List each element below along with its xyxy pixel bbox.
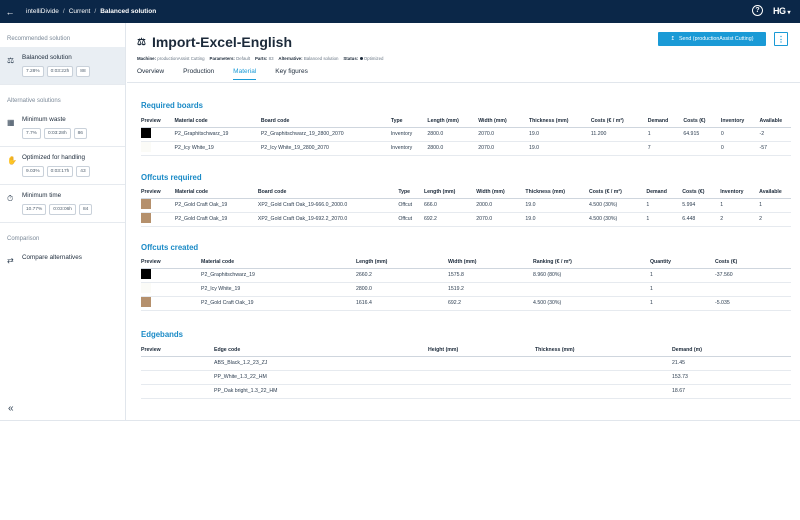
page-title: Import-Excel-English: [151, 34, 292, 50]
waste-chip: 7.7%: [22, 128, 41, 139]
table-row[interactable]: PP_White_1.3_22_HM 153.73: [141, 370, 791, 385]
section-title-offcuts-created: Offcuts created: [141, 243, 199, 252]
waste-chip: 10.77%: [22, 204, 47, 215]
waste-chip: 9.03%: [22, 166, 44, 177]
material-swatch: [141, 199, 151, 209]
table-row[interactable]: P2_Gold Craft Oak_19 XP2_Gold Craft Oak_1…: [141, 198, 791, 213]
page-header: ⚖ Import-Excel-English Machine: productio…: [137, 34, 384, 61]
sidebar-item-label: Compare alternatives: [22, 254, 82, 261]
breadcrumb-current[interactable]: Current: [69, 8, 91, 15]
material-swatch: [141, 269, 151, 279]
sidebar-item-optimized-handling[interactable]: ✋ Optimized for handling 9.03% 0:03:17h …: [0, 147, 125, 185]
waste-icon: ▦: [7, 118, 15, 127]
table-header-row: Preview Material code Length (mm) Width (mm…: [141, 257, 791, 269]
more-options-button[interactable]: ⋮: [774, 32, 788, 46]
table-row[interactable]: P2_Graphitschwarz_19 2660.2 1575.8 8.960 (8…: [141, 268, 791, 283]
table-row[interactable]: ABS_Black_1.2_23_ZJ 21.45: [141, 356, 791, 371]
handling-icon: ✋: [7, 156, 17, 165]
sidebar-item-label: Balanced solution: [22, 54, 72, 61]
tab-overview[interactable]: Overview: [137, 68, 164, 80]
edgebands-table: Preview Edge code Height (mm) Thickness (mm…: [141, 345, 791, 399]
section-title-required-boards: Required boards: [141, 101, 203, 110]
table-header-row: Preview Material code Board code Type Length…: [141, 187, 791, 199]
sidebar-section-recommended: Recommended solution: [7, 36, 71, 42]
waste-chip: 7.28%: [22, 66, 44, 77]
sidebar-item-compare[interactable]: ⇄ Compare alternatives: [0, 247, 125, 268]
user-menu[interactable]: HG ▾: [773, 6, 790, 16]
scale-icon: ⚖: [7, 56, 15, 65]
count-chip: 88: [76, 66, 90, 77]
back-arrow-icon[interactable]: ←: [0, 7, 20, 17]
table-row[interactable]: P2_Icy White_19 2800.0 1519.2 1: [141, 282, 791, 297]
main-content: ⚖ Import-Excel-English Machine: productio…: [127, 23, 800, 420]
table-row[interactable]: P2_Icy White_19 P2_Icy White_19_2800_2070…: [141, 141, 791, 156]
sidebar-item-label: Minimum time: [22, 192, 62, 199]
breadcrumb-separator: /: [94, 8, 97, 15]
material-swatch: [141, 142, 151, 152]
help-icon[interactable]: ?: [751, 5, 763, 16]
table-header-row: Preview Edge code Height (mm) Thickness (mm…: [141, 345, 791, 357]
breadcrumb-separator: /: [62, 8, 65, 15]
table-row[interactable]: P2_Graphitschwarz_19 P2_Graphitschwarz_19…: [141, 127, 791, 142]
offcuts-required-table: Preview Material code Board code Type Length…: [141, 187, 791, 227]
material-swatch: [141, 297, 151, 307]
sidebar-section-alternative: Alternative solutions: [7, 98, 61, 104]
compare-icon: ⇄: [7, 256, 14, 265]
table-row[interactable]: PP_Oak bright_1.3_22_HM 18.67: [141, 384, 791, 399]
page-meta: Machine: productionAssist Cutting Parame…: [137, 56, 384, 61]
sidebar-item-label: Optimized for handling: [22, 154, 86, 161]
tab-material[interactable]: Material: [233, 68, 257, 80]
table-row[interactable]: P2_Gold Craft Oak_19 XP2_Gold Craft Oak_1…: [141, 212, 791, 227]
time-chip: 0:03:28h: [43, 128, 71, 139]
tab-production[interactable]: Production: [183, 68, 214, 80]
time-chip: 0:03:22h: [46, 66, 74, 77]
material-swatch: [141, 128, 151, 138]
table-row[interactable]: P2_Gold Craft Oak_19 1616.4 692.2 4.500 (30…: [141, 296, 791, 311]
send-button[interactable]: ↥ Send (productionAssist Cutting): [658, 32, 766, 46]
sidebar-section-comparison: Comparison: [7, 236, 40, 242]
sidebar-item-minimum-time[interactable]: ⏱ Minimum time 10.77% 0:03:06h 84: [0, 185, 125, 223]
collapse-sidebar-icon[interactable]: «: [8, 403, 14, 414]
sidebar-item-minimum-waste[interactable]: ▦ Minimum waste 7.7% 0:03:28h 86: [0, 109, 125, 147]
count-chip: 86: [73, 128, 87, 139]
sidebar-item-label: Minimum waste: [22, 116, 66, 123]
breadcrumb-solution: Balanced solution: [100, 8, 157, 15]
section-title-edgebands: Edgebands: [141, 330, 184, 339]
top-bar: ← intelliDivide / Current / Balanced sol…: [0, 0, 800, 23]
sidebar: Recommended solution ⚖ Balanced solution…: [0, 23, 126, 420]
solution-icon: ⚖: [137, 36, 146, 48]
breadcrumb-app[interactable]: intelliDivide: [26, 8, 59, 15]
tab-divider: [127, 82, 800, 83]
chevron-down-icon: ▾: [787, 9, 790, 16]
sidebar-item-balanced[interactable]: ⚖ Balanced solution 7.28% 0:03:22h 88: [0, 47, 125, 85]
material-swatch: [141, 213, 151, 223]
time-chip: 0:03:17h: [46, 166, 74, 177]
offcuts-created-table: Preview Material code Length (mm) Width (mm…: [141, 257, 791, 311]
tab-key-figures[interactable]: Key figures: [275, 68, 308, 80]
brand-logo: HG: [772, 5, 786, 16]
count-chip: 43: [76, 166, 90, 177]
required-boards-table: Preview Material code Board code Type Length…: [141, 116, 791, 156]
send-icon: ↥: [670, 36, 675, 42]
stopwatch-icon: ⏱: [7, 194, 14, 203]
table-header-row: Preview Material code Board code Type Length…: [141, 116, 791, 128]
section-title-offcuts-required: Offcuts required: [141, 173, 202, 182]
tab-bar: Overview Production Material Key figures: [137, 68, 308, 80]
material-swatch: [141, 283, 151, 293]
time-chip: 0:03:06h: [49, 204, 76, 215]
count-chip: 84: [78, 204, 93, 215]
footer-divider: [0, 420, 800, 421]
